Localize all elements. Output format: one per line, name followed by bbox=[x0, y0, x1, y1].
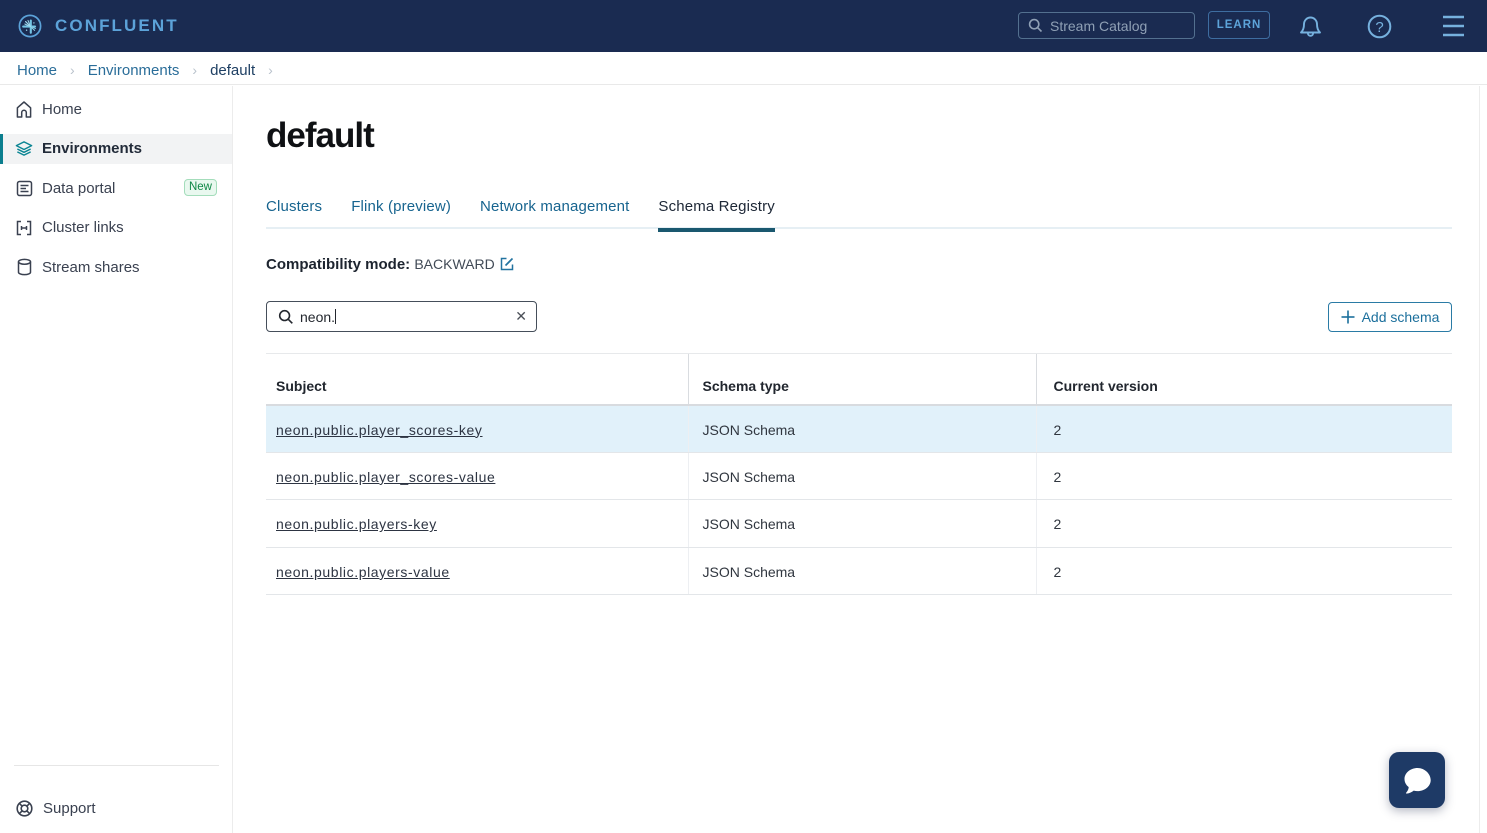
svg-text:?: ? bbox=[1375, 19, 1383, 36]
